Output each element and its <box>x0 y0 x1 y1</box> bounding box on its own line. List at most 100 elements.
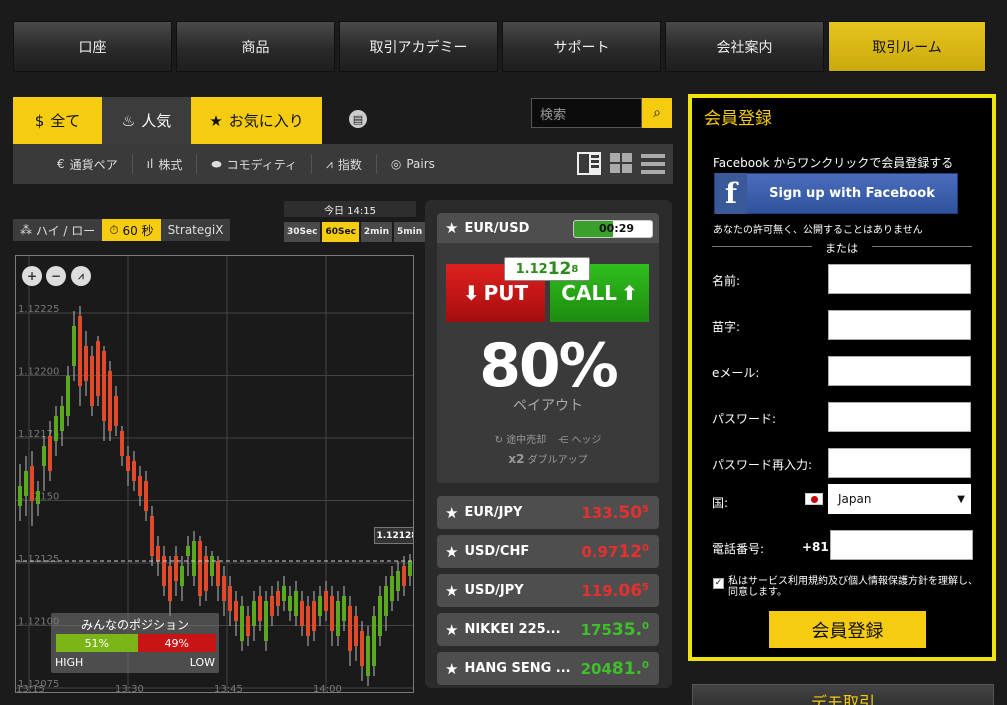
nav-support[interactable]: サポート <box>502 21 661 72</box>
price-part: 0.97 <box>581 542 619 561</box>
mode-high-low[interactable]: ⁂ ハイ / ロー <box>13 219 103 241</box>
leaf-icon: ⬬ <box>211 156 222 171</box>
candle <box>96 341 100 396</box>
grid-view-icon[interactable] <box>609 152 633 175</box>
asset-price: 20481.0 <box>581 659 649 679</box>
layout-toggle-icon[interactable]: ▤ <box>349 110 367 128</box>
filter-all-tab[interactable]: $ 全て <box>13 97 102 144</box>
expiry-30sec[interactable]: 30Sec <box>284 222 321 242</box>
terms-checkbox[interactable]: ✓ <box>713 578 724 589</box>
candle <box>384 586 388 616</box>
hedge-option[interactable]: ⋲ ヘッジ <box>558 431 601 446</box>
category-stocks[interactable]: ıl 株式 <box>133 154 198 174</box>
password-confirm-input[interactable] <box>828 448 971 478</box>
category-commodities[interactable]: ⬬ コモディティ <box>197 154 313 174</box>
x-tick-label: 14:00 <box>313 684 342 693</box>
demo-trade-button[interactable]: デモ取引 <box>692 684 994 705</box>
asset-row[interactable]: ★ EUR/JPY 133.505 <box>437 496 659 529</box>
country-select[interactable]: Japan ▼ <box>828 484 971 514</box>
candle <box>288 596 292 611</box>
category-indices[interactable]: ⩘ 指数 <box>312 154 377 174</box>
search-button[interactable]: ⌕ <box>642 98 672 128</box>
star-icon[interactable]: ★ <box>445 219 458 237</box>
asset-row[interactable]: ★ USD/JPY 119.065 <box>437 574 659 607</box>
mode-label: 60 秒 <box>122 223 154 238</box>
phone-input[interactable] <box>830 530 973 560</box>
list-view-icon[interactable] <box>641 152 665 175</box>
arrow-up-icon: ⬆ <box>620 281 638 305</box>
zoom-in-icon[interactable]: + <box>22 266 42 286</box>
y-tick-label: 1.12175 <box>18 429 59 440</box>
first-name-input[interactable] <box>828 264 971 294</box>
candle <box>90 356 94 406</box>
sentiment-low-segment: 49% <box>137 634 216 652</box>
star-icon[interactable]: ★ <box>445 504 458 522</box>
asset-name: USD/JPY <box>464 583 524 598</box>
star-icon[interactable]: ★ <box>445 660 458 678</box>
candle <box>264 601 268 641</box>
candle <box>396 571 400 591</box>
asset-row[interactable]: ★ USD/CHF 0.97120 <box>437 535 659 568</box>
candle <box>84 346 88 381</box>
star-icon[interactable]: ★ <box>445 621 458 639</box>
mode-60-seconds[interactable]: ⏱ 60 秒 <box>102 219 161 241</box>
high-low-icon: ⁂ <box>20 223 32 237</box>
expiry-selector: 30Sec 60Sec 2min 5min <box>284 222 426 242</box>
filter-popular-label: 人気 <box>141 112 172 130</box>
traders-sentiment: みんなのポジション 51% 49% HIGH LOW <box>51 613 219 673</box>
price-chart[interactable]: 1.122251.122001.121751.121501.121251.121… <box>15 255 414 693</box>
y-tick-label: 1.12225 <box>18 304 59 315</box>
candle <box>174 556 178 581</box>
search-input[interactable]: 検索 <box>531 98 642 128</box>
candle <box>216 561 220 586</box>
close-early-option[interactable]: ↻ 途中売却 <box>495 431 547 446</box>
asset-price: 133.505 <box>581 503 649 523</box>
candle <box>78 316 82 386</box>
zoom-out-icon[interactable]: − <box>46 266 66 286</box>
candle <box>240 606 244 641</box>
filter-popular-tab[interactable]: ♨ 人気 <box>102 97 191 144</box>
expiry-2min[interactable]: 2min <box>360 222 393 242</box>
price-part: 175 <box>580 620 612 639</box>
star-icon[interactable]: ★ <box>445 543 458 561</box>
price-big: 06 <box>618 580 643 601</box>
asset-row[interactable]: ★ HANG SENG ... 20481.0 <box>437 652 659 685</box>
nav-trading-room[interactable]: 取引ルーム <box>828 21 986 72</box>
first-name-label: 名前: <box>712 274 741 288</box>
star-icon[interactable]: ★ <box>445 582 458 600</box>
expiry-60sec[interactable]: 60Sec <box>322 222 359 242</box>
asset-row[interactable]: ★ NIKKEI 225... 17535.0 <box>437 613 659 646</box>
phone-label: 電話番号: <box>712 542 765 556</box>
trade-panel: ★ EUR/USD 00:29 ⬇ PUT CALL ⬆ 1.12 12 8 80% ペ… <box>425 200 672 688</box>
candle <box>306 606 310 636</box>
split-view-icon[interactable] <box>577 152 601 175</box>
category-currency-pairs[interactable]: € 通貨ペア <box>43 154 133 174</box>
register-submit-button[interactable]: 会員登録 <box>769 611 926 648</box>
mode-strategix[interactable]: StrategiX <box>160 219 231 241</box>
category-label: 通貨ペア <box>69 157 118 172</box>
email-input[interactable] <box>828 356 971 386</box>
last-name-input[interactable] <box>828 310 971 340</box>
asset-name: USD/CHF <box>464 544 530 559</box>
price-big: 81. <box>611 658 643 679</box>
nav-academy[interactable]: 取引アカデミー <box>339 21 498 72</box>
double-up-option[interactable]: x2 ダブルアップ <box>508 451 587 466</box>
nav-account[interactable]: 口座 <box>13 21 172 72</box>
expiry-5min[interactable]: 5min <box>394 222 426 242</box>
price-part: 133. <box>581 503 619 522</box>
facebook-signup-button[interactable]: f Sign up with Facebook <box>714 173 958 214</box>
call-label: CALL <box>561 281 617 305</box>
price-big: 50 <box>618 502 643 523</box>
country-label: 国: <box>712 496 729 510</box>
candle <box>324 591 328 611</box>
candle <box>234 601 238 621</box>
password-input[interactable] <box>828 402 971 432</box>
email-label: eメール: <box>712 366 760 380</box>
filter-favorites-tab[interactable]: ★ お気に入り <box>191 97 322 144</box>
nav-products[interactable]: 商品 <box>176 21 335 72</box>
asset-price: 119.065 <box>581 581 649 601</box>
nav-company[interactable]: 会社案内 <box>665 21 824 72</box>
indicator-icon[interactable]: ⩘ <box>71 266 91 286</box>
candle <box>258 596 262 621</box>
category-pairs[interactable]: ◎ Pairs <box>377 154 449 174</box>
